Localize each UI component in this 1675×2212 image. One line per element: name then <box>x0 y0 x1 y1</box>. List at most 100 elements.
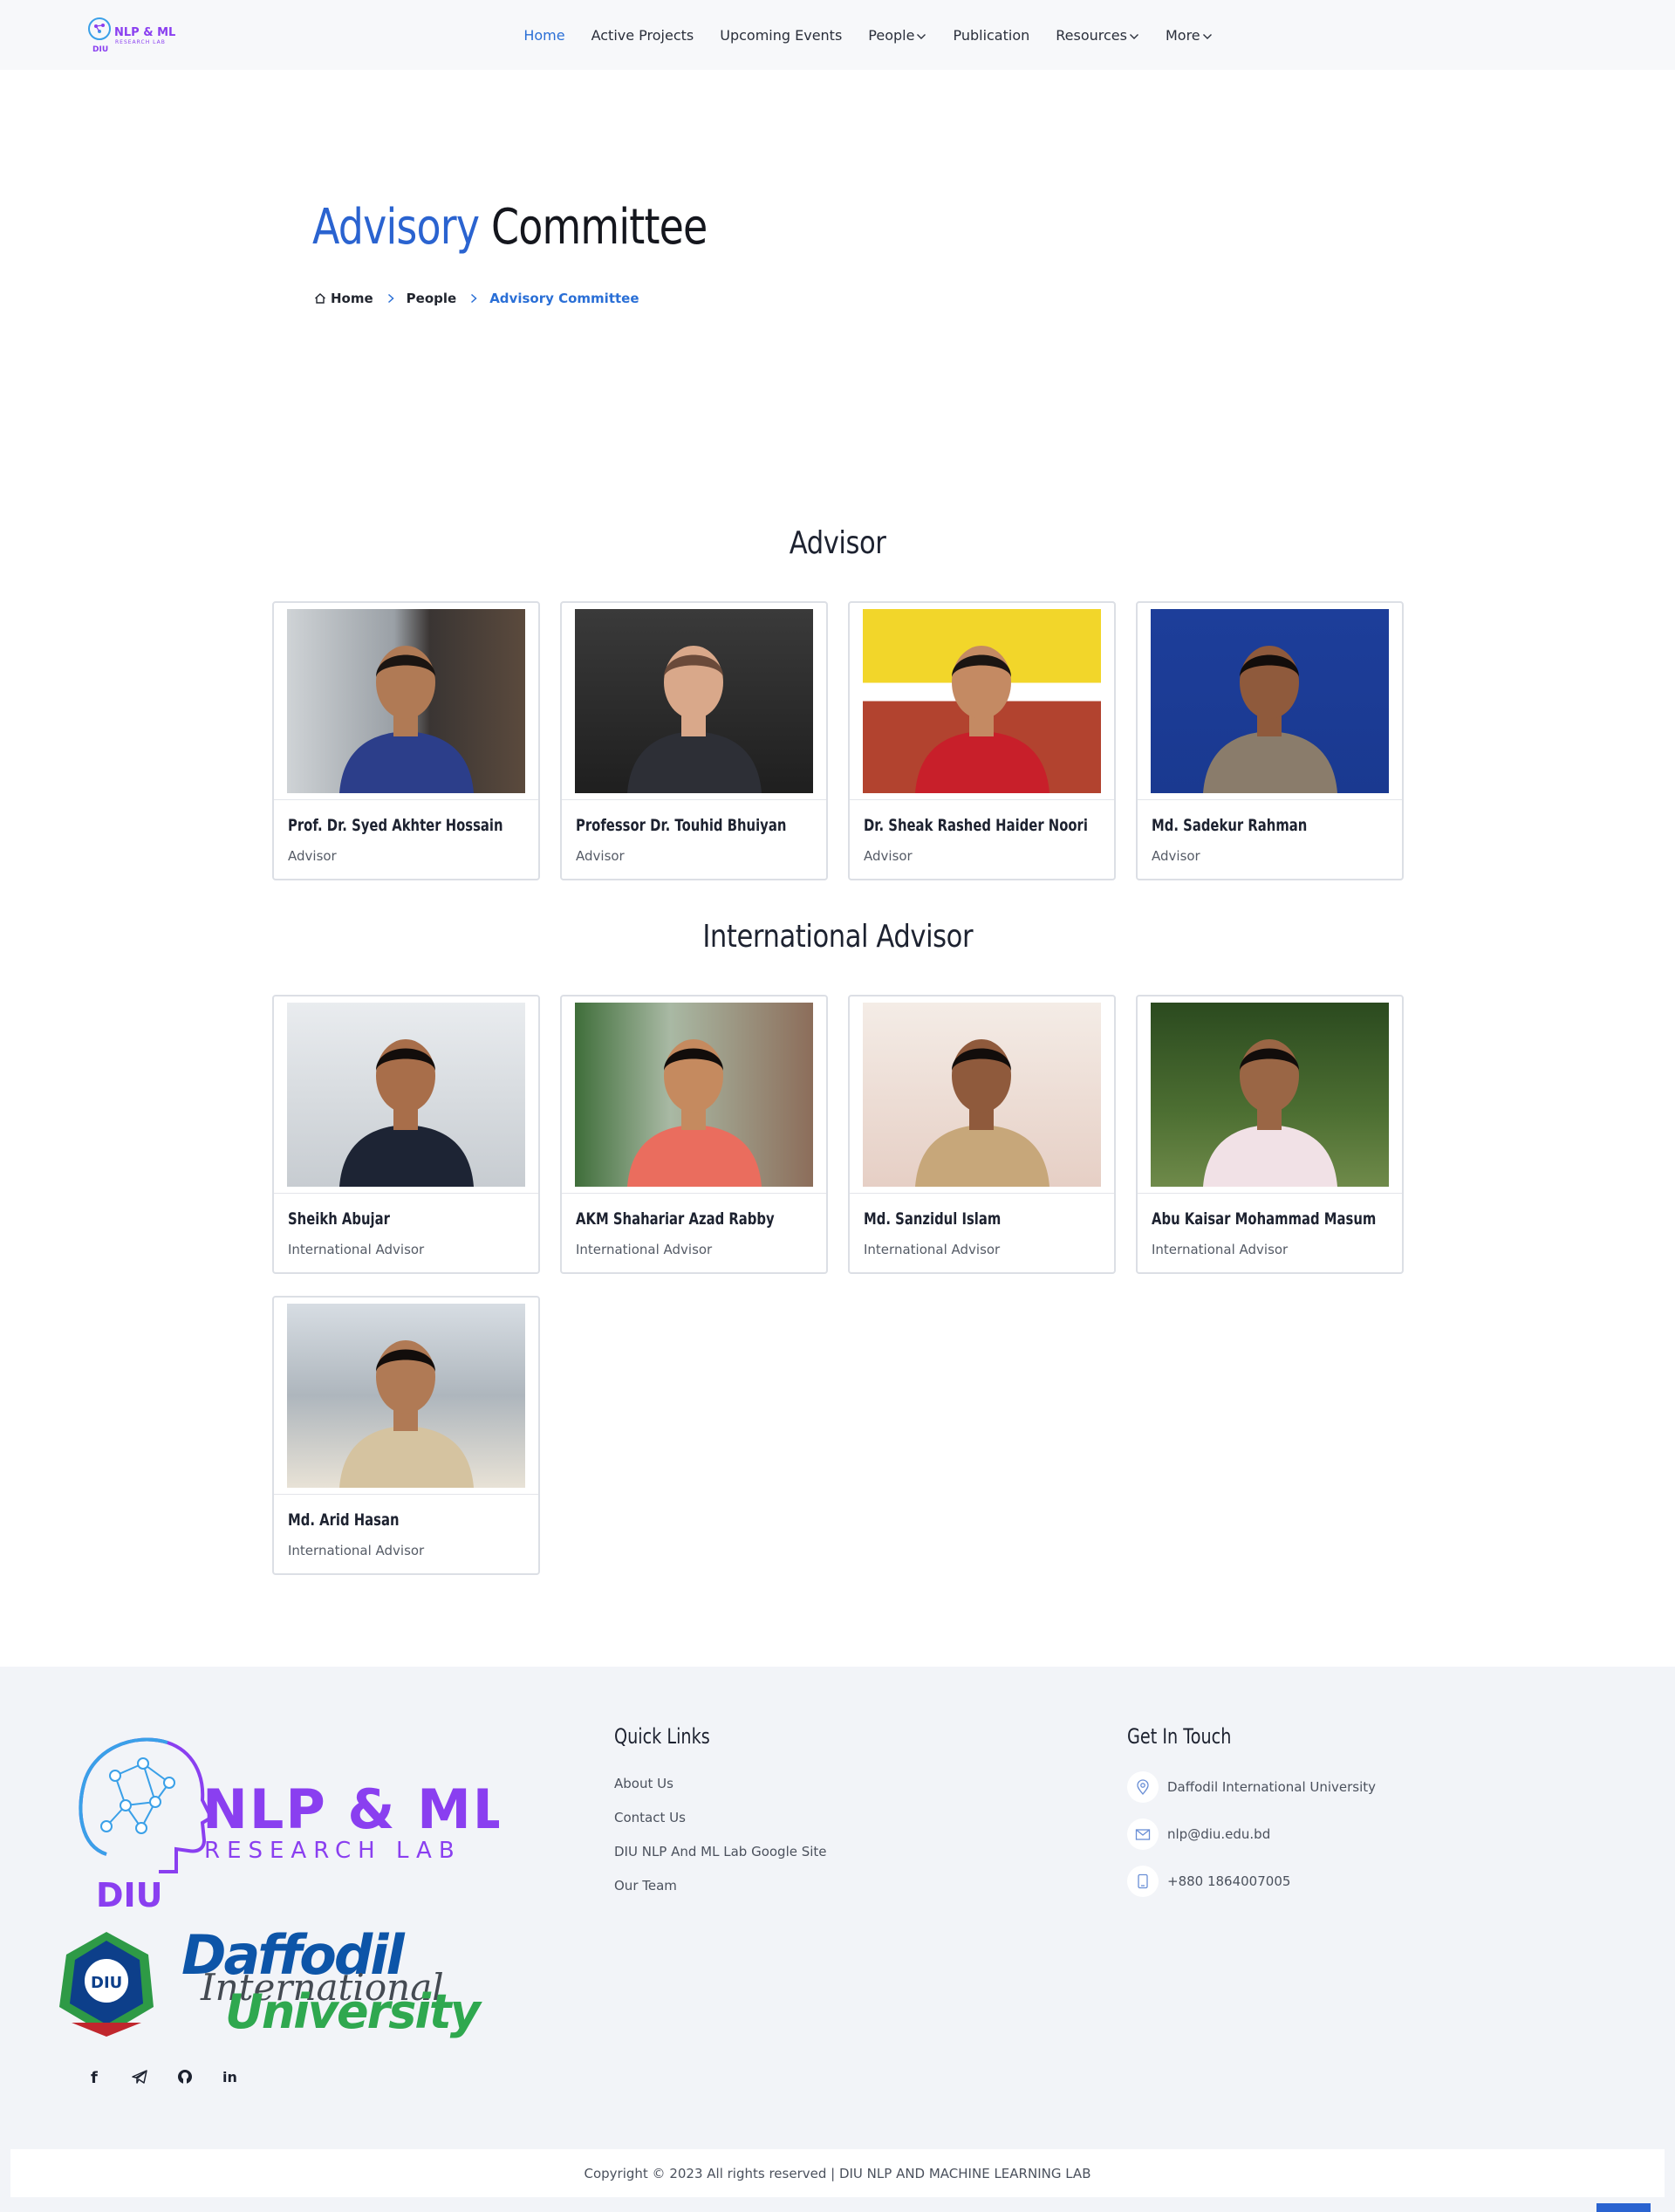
nav-more[interactable]: More <box>1166 27 1213 44</box>
member-card[interactable]: AKM Shahariar Azad Rabby International Ad… <box>560 995 828 1274</box>
github-icon[interactable] <box>169 2061 201 2092</box>
card-divider <box>274 799 538 800</box>
member-photo <box>287 609 525 793</box>
email-icon <box>1127 1818 1159 1850</box>
daffodil-university-logo[interactable]: DIU Daffodil International University <box>54 1920 508 2046</box>
card-divider <box>850 1193 1114 1194</box>
section-heading-text: Advisor <box>789 525 886 561</box>
nav-label: Publication <box>953 26 1030 44</box>
member-name[interactable]: Md. Sadekur Rahman <box>1152 816 1307 835</box>
member-card[interactable]: Abu Kaisar Mohammad Masum International A… <box>1136 995 1404 1274</box>
contact-email-text[interactable]: nlp@diu.edu.bd <box>1167 1826 1270 1842</box>
nav-label: Home <box>523 26 565 44</box>
copyright-text: Copyright © 2023 All rights reserved | D… <box>584 2165 1091 2181</box>
nav-upcoming-events[interactable]: Upcoming Events <box>720 27 842 44</box>
contact-phone-text[interactable]: +880 1864007005 <box>1167 1873 1290 1889</box>
section-heading-text: International Advisor <box>702 919 973 955</box>
quick-link-team[interactable]: Our Team <box>614 1878 677 1894</box>
card-divider <box>274 1494 538 1495</box>
nav-active-projects[interactable]: Active Projects <box>591 27 694 44</box>
quick-link-about[interactable]: About Us <box>614 1776 673 1791</box>
card-divider <box>1138 799 1402 800</box>
breadcrumb: Home People Advisory Committee <box>314 291 639 306</box>
breadcrumb-people[interactable]: People <box>407 291 457 306</box>
contact-phone[interactable]: +880 1864007005 <box>1127 1866 1290 1897</box>
facebook-label: f <box>91 2069 98 2085</box>
member-role: International Advisor <box>288 1242 425 1257</box>
member-name[interactable]: Dr. Sheak Rashed Haider Noori <box>864 816 1088 835</box>
member-photo <box>575 609 813 793</box>
nav-people[interactable]: People <box>868 27 926 44</box>
page-title: Advisory Committee <box>312 199 708 256</box>
member-card[interactable]: Professor Dr. Touhid Bhuiyan Advisor <box>560 601 828 880</box>
member-card[interactable]: Prof. Dr. Syed Akhter Hossain Advisor <box>272 601 540 880</box>
linkedin-label: in <box>222 2069 237 2085</box>
member-role: Advisor <box>864 848 913 864</box>
card-divider <box>1138 1193 1402 1194</box>
quick-link-google-site[interactable]: DIU NLP And ML Lab Google Site <box>614 1844 827 1859</box>
member-role: International Advisor <box>1152 1242 1289 1257</box>
chevron-right-icon <box>470 293 477 304</box>
footer-logo-sub: RESEARCH LAB <box>204 1838 461 1864</box>
nav-label: Resources <box>1056 26 1127 44</box>
scroll-to-top-button[interactable] <box>1596 2203 1651 2212</box>
svg-text:DIU: DIU <box>91 1974 122 1992</box>
nav-home[interactable]: Home <box>523 27 564 44</box>
member-role: Advisor <box>1152 848 1200 864</box>
page-title-rest: Committee <box>479 199 708 256</box>
chevron-down-icon <box>1129 27 1139 44</box>
telegram-icon[interactable] <box>124 2061 155 2092</box>
location-icon <box>1127 1771 1159 1803</box>
member-name[interactable]: Sheikh Abujar <box>288 1209 390 1229</box>
university-line3: University <box>225 1984 483 2039</box>
nav-label: People <box>868 26 915 44</box>
nav-label: Upcoming Events <box>720 26 843 44</box>
member-card[interactable]: Md. Sanzidul Islam International Advisor <box>848 995 1116 1274</box>
nav-resources[interactable]: Resources <box>1056 27 1139 44</box>
member-name[interactable]: Md. Sanzidul Islam <box>864 1209 1001 1229</box>
member-role: International Advisor <box>576 1242 713 1257</box>
nav-publication[interactable]: Publication <box>953 27 1029 44</box>
breadcrumb-home[interactable]: Home <box>331 291 373 306</box>
member-card[interactable]: Dr. Sheak Rashed Haider Noori Advisor <box>848 601 1116 880</box>
member-name[interactable]: AKM Shahariar Azad Rabby <box>576 1209 775 1229</box>
member-card[interactable]: Sheikh Abujar International Advisor <box>272 995 540 1274</box>
member-photo <box>863 1003 1101 1187</box>
card-divider <box>274 1193 538 1194</box>
member-name[interactable]: Professor Dr. Touhid Bhuiyan <box>576 816 786 835</box>
card-divider <box>562 1193 826 1194</box>
facebook-icon[interactable]: f <box>79 2061 110 2092</box>
nav-label: More <box>1165 26 1200 44</box>
card-divider <box>562 799 826 800</box>
contact-address: Daffodil International University <box>1127 1771 1376 1803</box>
home-icon <box>314 292 326 305</box>
copyright-bar: Copyright © 2023 All rights reserved | D… <box>10 2149 1665 2197</box>
member-name[interactable]: Abu Kaisar Mohammad Masum <box>1152 1209 1376 1229</box>
quick-link-contact[interactable]: Contact Us <box>614 1810 686 1825</box>
member-photo <box>287 1003 525 1187</box>
nav-label: Active Projects <box>591 26 694 44</box>
chevron-right-icon <box>387 293 394 304</box>
member-role: Advisor <box>288 848 337 864</box>
footer-lab-logo[interactable]: DIU NLP & ML RESEARCH LAB <box>72 1732 507 1915</box>
member-photo <box>1151 609 1389 793</box>
phone-icon <box>1127 1866 1159 1897</box>
member-photo <box>575 1003 813 1187</box>
member-name[interactable]: Md. Arid Hasan <box>288 1510 400 1530</box>
section-heading-advisor: Advisor <box>0 525 1675 561</box>
member-name[interactable]: Prof. Dr. Syed Akhter Hossain <box>288 816 503 835</box>
member-role: International Advisor <box>864 1242 1001 1257</box>
site-header: DIU NLP & ML RESEARCH LAB Home Active Pro… <box>0 0 1675 70</box>
member-photo <box>1151 1003 1389 1187</box>
member-card[interactable]: Md. Sadekur Rahman Advisor <box>1136 601 1404 880</box>
contact-address-text: Daffodil International University <box>1167 1779 1377 1795</box>
breadcrumb-current: Advisory Committee <box>489 291 639 306</box>
main-nav: Home Active Projects Upcoming Events People… <box>0 0 1675 70</box>
section-heading-international-advisor: International Advisor <box>0 919 1675 955</box>
member-role: Advisor <box>576 848 625 864</box>
linkedin-icon[interactable]: in <box>215 2061 246 2092</box>
member-card[interactable]: Md. Arid Hasan International Advisor <box>272 1296 540 1575</box>
member-role: International Advisor <box>288 1543 425 1558</box>
chevron-down-icon <box>916 27 926 44</box>
contact-email[interactable]: nlp@diu.edu.bd <box>1127 1818 1270 1850</box>
